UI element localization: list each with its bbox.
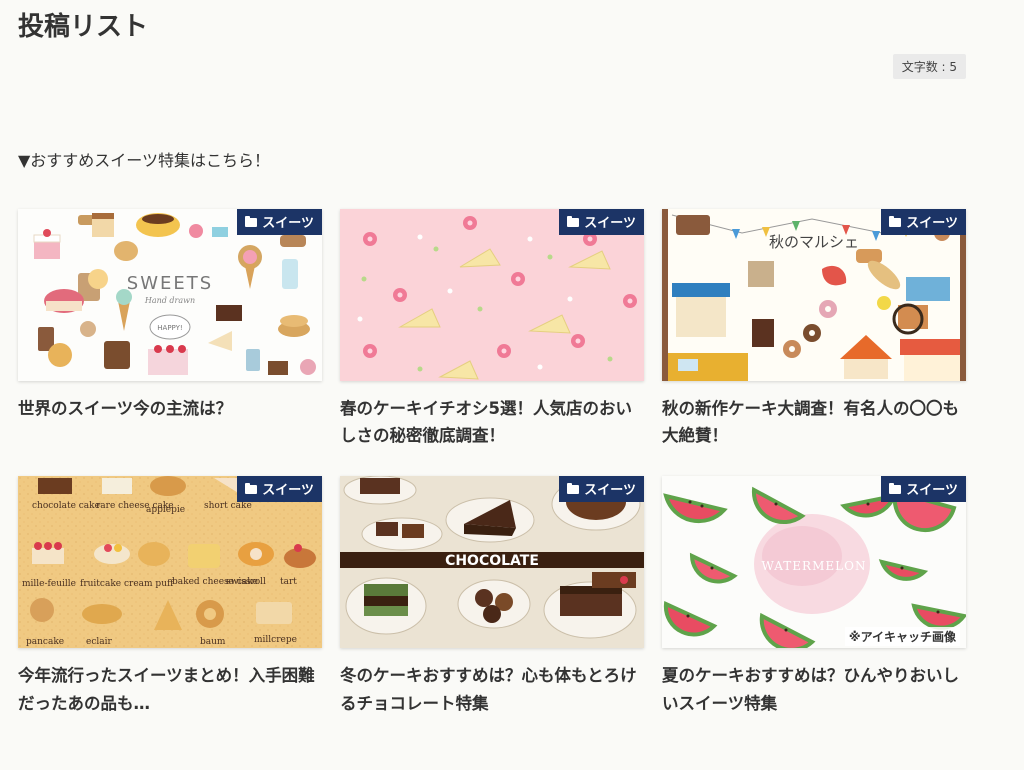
char-count-badge: 文字数 : 5: [892, 54, 966, 79]
post-card[interactable]: SWEETS Hand drawn HAPPY! スイーツ 世界のスイーツ今の主…: [18, 209, 322, 449]
thumb-subtitle-text: Hand drawn: [144, 296, 195, 305]
post-card[interactable]: chocolate cake rare cheese cake applepie…: [18, 476, 322, 716]
post-thumbnail: スイーツ: [340, 209, 644, 381]
eyecatch-note: ※アイキャッチ画像: [844, 627, 960, 647]
folder-icon: [889, 216, 902, 227]
category-label[interactable]: スイーツ: [881, 209, 966, 235]
category-text: スイーツ: [262, 483, 314, 499]
thumb-word: fruitcake: [80, 579, 121, 589]
thumb-word: cream puff: [124, 579, 174, 589]
post-thumbnail: 秋のマルシェ スイーツ: [662, 209, 966, 381]
post-title: 春のケーキイチオシ5選！人気店のおいしさの秘密徹底調査！: [340, 399, 632, 446]
post-thumbnail: WATERMELON スイーツ ※アイキャッチ画像: [662, 476, 966, 649]
category-label[interactable]: スイーツ: [237, 209, 322, 235]
category-text: スイーツ: [262, 216, 314, 231]
folder-icon: [245, 216, 258, 227]
category-text: スイーツ: [584, 483, 636, 499]
thumb-word: baum: [200, 637, 226, 647]
thumb-word: millcrepe: [254, 635, 297, 645]
post-thumbnail: SWEETS Hand drawn HAPPY! スイーツ: [18, 209, 322, 381]
thumb-title-text: 秋のマルシェ: [769, 233, 859, 251]
post-title: 夏のケーキおすすめは？ひんやりおいしいスイーツ特集: [662, 666, 959, 713]
category-label[interactable]: スイーツ: [559, 209, 644, 235]
thumb-word: mille-feuille: [22, 579, 76, 589]
thumb-word: chocolate cake: [32, 501, 100, 511]
thumb-title-text: WATERMELON: [762, 559, 867, 573]
post-thumbnail: chocolate cake rare cheese cake applepie…: [18, 476, 322, 649]
post-card[interactable]: 秋のマルシェ スイーツ 秋の新作ケーキ大調査！有名人の〇〇も大絶賛！: [662, 209, 966, 449]
thumb-word: swissroll: [226, 577, 266, 587]
thumb-word: applepie: [146, 505, 185, 515]
category-text: スイーツ: [906, 483, 958, 499]
post-card[interactable]: スイーツ 春のケーキイチオシ5選！人気店のおいしさの秘密徹底調査！: [340, 209, 644, 449]
post-title: 冬のケーキおすすめは？心も体もとろけるチョコレート特集: [340, 666, 637, 713]
category-label[interactable]: スイーツ: [237, 476, 322, 503]
thumb-word: short cake: [204, 501, 252, 511]
folder-icon: [567, 216, 580, 227]
thumb-word: tart: [280, 577, 297, 587]
post-title: 今年流行ったスイーツまとめ！入手困難だったあの品も…: [18, 666, 315, 713]
post-title: 秋の新作ケーキ大調査！有名人の〇〇も大絶賛！: [662, 399, 959, 446]
thumb-title-text: CHOCOLATE: [445, 553, 539, 569]
intro-text: ▼おすすめスイーツ特集はこちら！: [18, 151, 270, 170]
category-label[interactable]: スイーツ: [881, 476, 966, 503]
post-list: SWEETS Hand drawn HAPPY! スイーツ 世界のスイーツ今の主…: [18, 209, 966, 717]
folder-icon: [567, 483, 580, 495]
thumb-word: pancake: [26, 637, 64, 647]
folder-icon: [889, 483, 902, 495]
thumb-badge-text: HAPPY!: [157, 324, 182, 332]
post-card[interactable]: CHOCOLATE スイーツ 冬のケーキおすすめは？心も体もとろけるチョコレート…: [340, 476, 644, 716]
post-title: 世界のスイーツ今の主流は？: [18, 399, 233, 418]
post-card[interactable]: WATERMELON スイーツ ※アイキャッチ画像 夏のケーキおすすめは？ひんや…: [662, 476, 966, 716]
page-title: 投稿リスト: [18, 12, 149, 42]
thumb-title-text: SWEETS: [127, 273, 213, 294]
category-label[interactable]: スイーツ: [559, 476, 644, 503]
post-thumbnail: CHOCOLATE スイーツ: [340, 476, 644, 649]
folder-icon: [245, 483, 258, 495]
category-text: スイーツ: [584, 216, 636, 231]
thumb-word: eclair: [86, 637, 112, 647]
category-text: スイーツ: [906, 216, 958, 231]
